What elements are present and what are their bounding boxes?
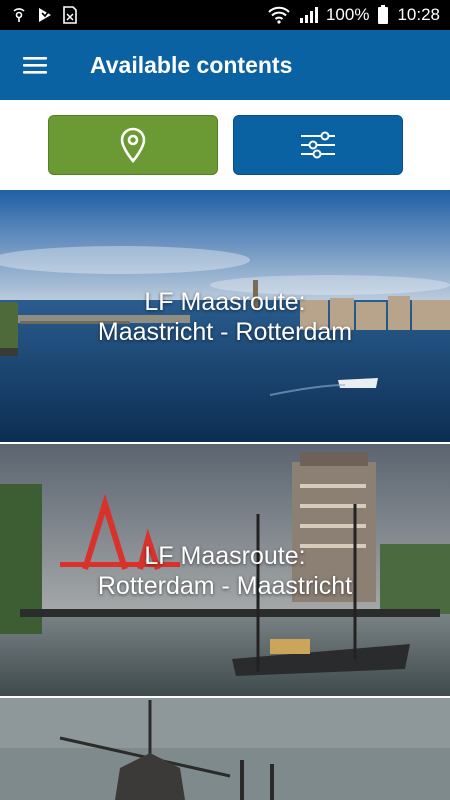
content-card[interactable]: LF Maasroute: Rotterdam - Maastricht	[0, 444, 450, 696]
content-card[interactable]: LF Maasroute: Maastricht - Rotterdam	[0, 190, 450, 442]
hamburger-menu-icon	[23, 57, 47, 74]
content-title: LF Maasroute: Maastricht - Rotterdam	[97, 288, 353, 346]
location-pin-icon	[120, 127, 146, 163]
content-title: LF Maasroute: Rotterdam - Maastricht	[97, 542, 353, 600]
battery-percentage: 100%	[325, 5, 370, 24]
hotspot-icon	[13, 8, 25, 22]
signal-icon	[299, 7, 318, 23]
app-bar: Available contents	[0, 30, 450, 100]
filter-bar	[0, 100, 450, 190]
status-bar: 100% 10:28	[0, 0, 450, 30]
play-store-icon	[39, 8, 51, 22]
card-image	[0, 698, 450, 800]
clock: 10:28	[397, 5, 440, 24]
page-title: Available contents	[90, 51, 293, 78]
content-card[interactable]	[0, 698, 450, 800]
document-icon	[63, 6, 77, 24]
sliders-icon	[301, 131, 335, 159]
menu-button[interactable]	[0, 30, 70, 100]
location-filter-button[interactable]	[48, 115, 218, 175]
filter-settings-button[interactable]	[233, 115, 403, 175]
battery-icon	[378, 5, 389, 24]
wifi-icon	[268, 6, 290, 24]
notification-icons	[10, 6, 78, 24]
system-icons: 100% 10:28	[268, 5, 440, 25]
